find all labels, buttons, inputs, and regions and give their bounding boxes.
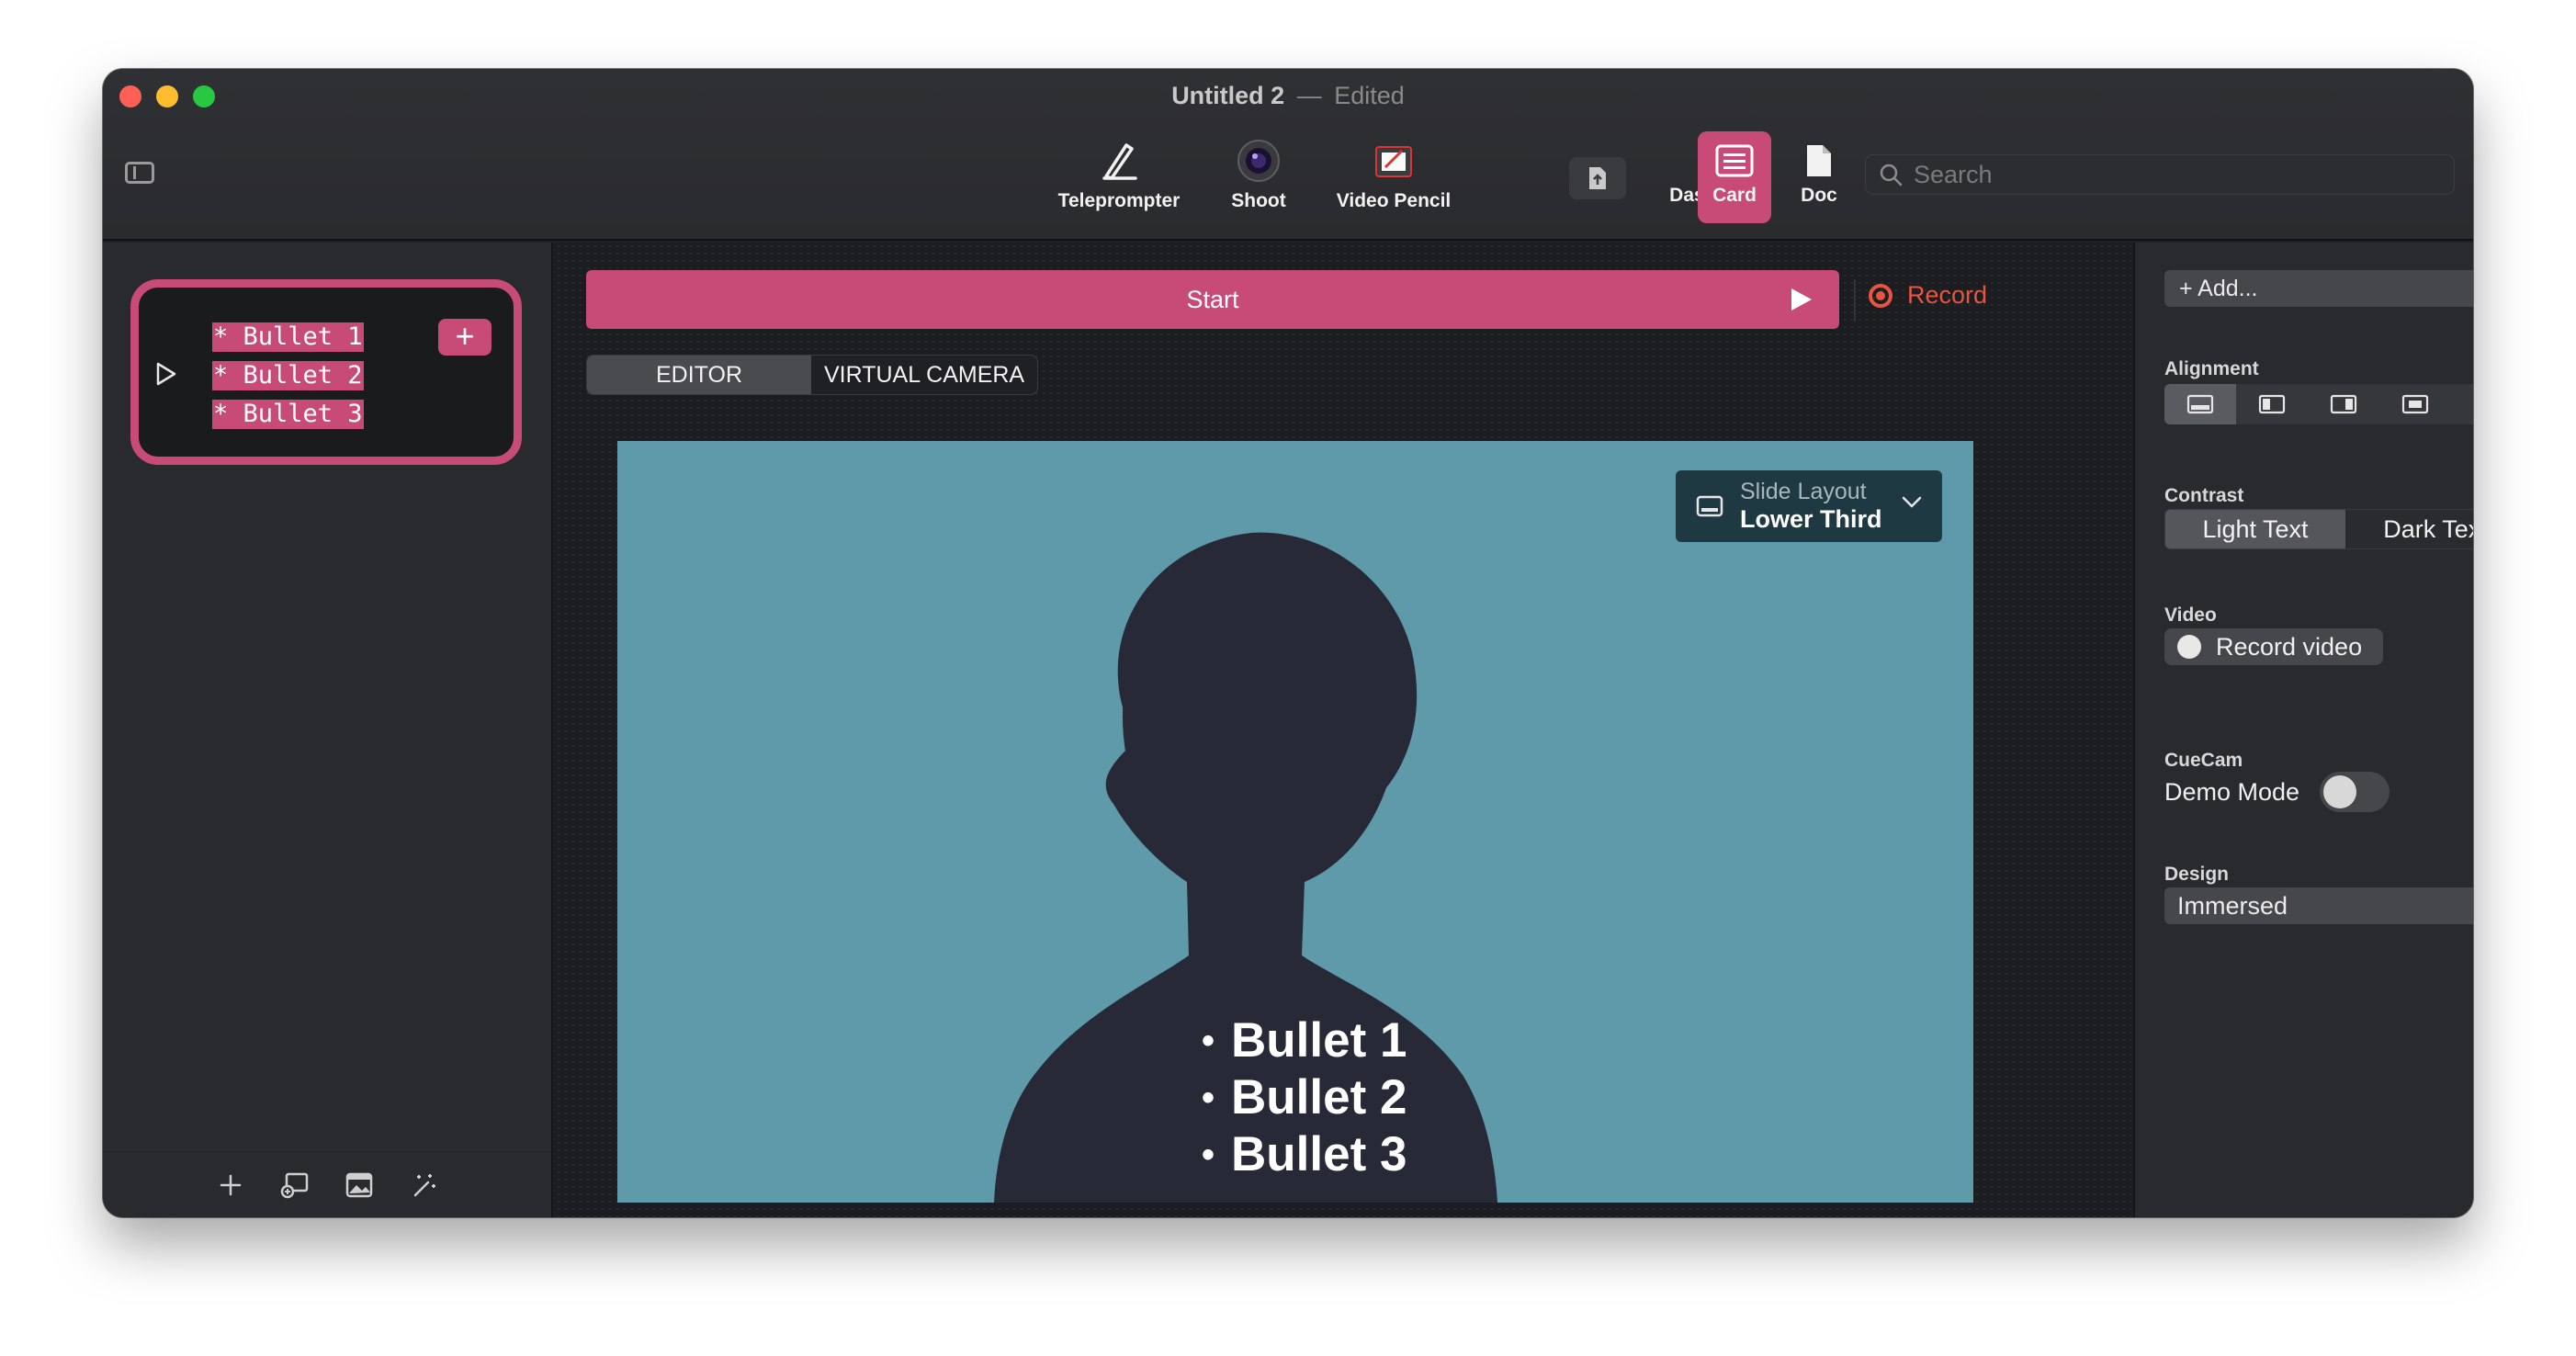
card-icon [1698, 131, 1771, 190]
tab-virtual-camera[interactable]: VIRTUAL CAMERA [811, 356, 1037, 394]
slide-layout-selector[interactable]: Slide Layout Lower Third [1676, 470, 1942, 542]
record-button[interactable]: Record [1869, 281, 1987, 310]
slide-bullet: • Bullet 1 [1202, 1012, 1407, 1069]
sidebar-toggle-icon[interactable] [125, 162, 154, 184]
toolbar-shoot-label: Shoot [1231, 190, 1286, 211]
bullet-text: Bullet 2 [1231, 1070, 1407, 1124]
radio-icon [2177, 635, 2201, 659]
switch-knob [2323, 775, 2357, 808]
search-input[interactable] [1914, 160, 2428, 189]
document-status: Edited [1334, 82, 1405, 109]
bullet-glyph: • [1202, 1078, 1215, 1118]
export-document-icon [1569, 157, 1626, 199]
pen-icon [1053, 131, 1185, 190]
add-element-dropdown[interactable]: + Add... [2164, 270, 2473, 307]
video-pencil-icon [1325, 131, 1463, 190]
toolbar-video-pencil-button[interactable]: Video Pencil [1325, 131, 1463, 223]
align-center-icon[interactable] [2379, 384, 2451, 424]
record-icon [1869, 283, 1892, 308]
demo-mode-row: Demo Mode [2164, 772, 2390, 812]
window-title: Untitled 2 — Edited [103, 82, 2473, 110]
document-title: Untitled 2 [1171, 82, 1285, 109]
cuecam-label: CueCam [2164, 750, 2243, 771]
toolbar-card-label: Card [1712, 185, 1757, 206]
start-button-label: Start [1186, 285, 1239, 313]
bullet-text: Bullet 1 [1231, 1013, 1407, 1068]
app-window: Untitled 2 — Edited Teleprompter Shoot V… [103, 69, 2473, 1217]
title-separator: — [1296, 82, 1322, 109]
slide-layout-value: Lower Third [1740, 505, 1882, 533]
record-video-label: Record video [2216, 632, 2363, 661]
toolbar-doc-button[interactable]: Doc [1791, 131, 1847, 223]
play-icon [1791, 288, 1812, 311]
editor-mode-tabs: EDITOR VIRTUAL CAMERA [586, 355, 1039, 395]
alignment-label: Alignment [2164, 358, 2259, 379]
main-editor: Start Record EDITOR VIRTUAL CAMERA Slide… [555, 243, 2131, 1217]
card-line: * Bullet 1 [212, 322, 364, 352]
bullet-text: Bullet 3 [1231, 1127, 1407, 1181]
slide-preview[interactable]: Slide Layout Lower Third • Bullet 1 • Bu… [617, 441, 1973, 1203]
card-line: * Bullet 2 [212, 361, 364, 390]
sidebar-bottom-bar [103, 1151, 551, 1217]
align-top-icon[interactable] [2451, 384, 2473, 424]
card-line: * Bullet 3 [212, 400, 364, 429]
toolbar-shoot-button[interactable]: Shoot [1222, 131, 1295, 223]
card-text[interactable]: * Bullet 1 * Bullet 2 * Bullet 3 [212, 322, 364, 429]
contrast-light-text-option[interactable]: Light Text [2165, 510, 2345, 548]
card-sidebar: * Bullet 1 * Bullet 2 * Bullet 3 + [103, 243, 553, 1217]
toolbar-card-button[interactable]: Card [1698, 131, 1771, 223]
document-icon [1791, 131, 1847, 190]
toolbar-video-pencil-label: Video Pencil [1336, 190, 1452, 211]
inspector-panel: + Add... Alignment Contrast Light Text D… [2133, 243, 2473, 1217]
alignment-control [2164, 384, 2473, 424]
contrast-dark-text-option[interactable]: Dark Text [2345, 510, 2473, 548]
toolbar-teleprompter-label: Teleprompter [1057, 190, 1181, 211]
tab-editor[interactable]: EDITOR [587, 356, 811, 394]
demo-mode-label: Demo Mode [2164, 777, 2300, 806]
start-button[interactable]: Start [586, 270, 1839, 329]
design-value: Immersed [2177, 891, 2288, 920]
toolbar: Untitled 2 — Edited Teleprompter Shoot V… [103, 69, 2473, 241]
contrast-label: Contrast [2164, 485, 2244, 506]
demo-mode-switch[interactable] [2320, 772, 2390, 812]
contrast-control: Light Text Dark Text [2164, 509, 2473, 549]
magic-wand-icon[interactable] [407, 1169, 440, 1202]
lower-third-layout-icon [1696, 495, 1723, 517]
align-right-icon[interactable] [2308, 384, 2379, 424]
bullet-glyph: • [1202, 1135, 1215, 1175]
slide-bullet: • Bullet 3 [1202, 1126, 1407, 1183]
bullet-glyph: • [1202, 1021, 1215, 1061]
search-icon [1880, 164, 1903, 186]
slide-layout-caption: Slide Layout [1740, 479, 1867, 504]
record-video-toggle[interactable]: Record video [2164, 628, 2383, 665]
toolbar-export-button[interactable] [1569, 157, 1626, 199]
slide-bullets: • Bullet 1 • Bullet 2 • Bullet 3 [1202, 1012, 1407, 1183]
play-card-icon[interactable] [155, 361, 177, 387]
chevron-down-icon [1902, 496, 1922, 508]
camera-lens-icon [1222, 131, 1295, 190]
add-card-icon[interactable] [278, 1169, 311, 1202]
align-left-icon[interactable] [2236, 384, 2308, 424]
toolbar-doc-label: Doc [1801, 185, 1837, 206]
divider [1854, 279, 1856, 322]
video-label: Video [2164, 605, 2217, 626]
slide-layout-text: Slide Layout Lower Third [1740, 479, 1882, 534]
align-bottom-icon[interactable] [2164, 384, 2236, 424]
design-label: Design [2164, 864, 2230, 885]
toolbar-teleprompter-button[interactable]: Teleprompter [1053, 131, 1185, 223]
slide-bullet: • Bullet 2 [1202, 1069, 1407, 1126]
design-dropdown[interactable]: Immersed [2164, 887, 2473, 924]
image-icon[interactable] [343, 1169, 376, 1202]
add-element-label: + Add... [2179, 275, 2258, 301]
card-thumbnail[interactable]: * Bullet 1 * Bullet 2 * Bullet 3 + [130, 279, 522, 465]
record-label: Record [1907, 281, 1988, 309]
plus-icon[interactable] [214, 1169, 247, 1202]
add-to-card-button[interactable]: + [438, 319, 491, 356]
search-field[interactable] [1865, 154, 2455, 195]
